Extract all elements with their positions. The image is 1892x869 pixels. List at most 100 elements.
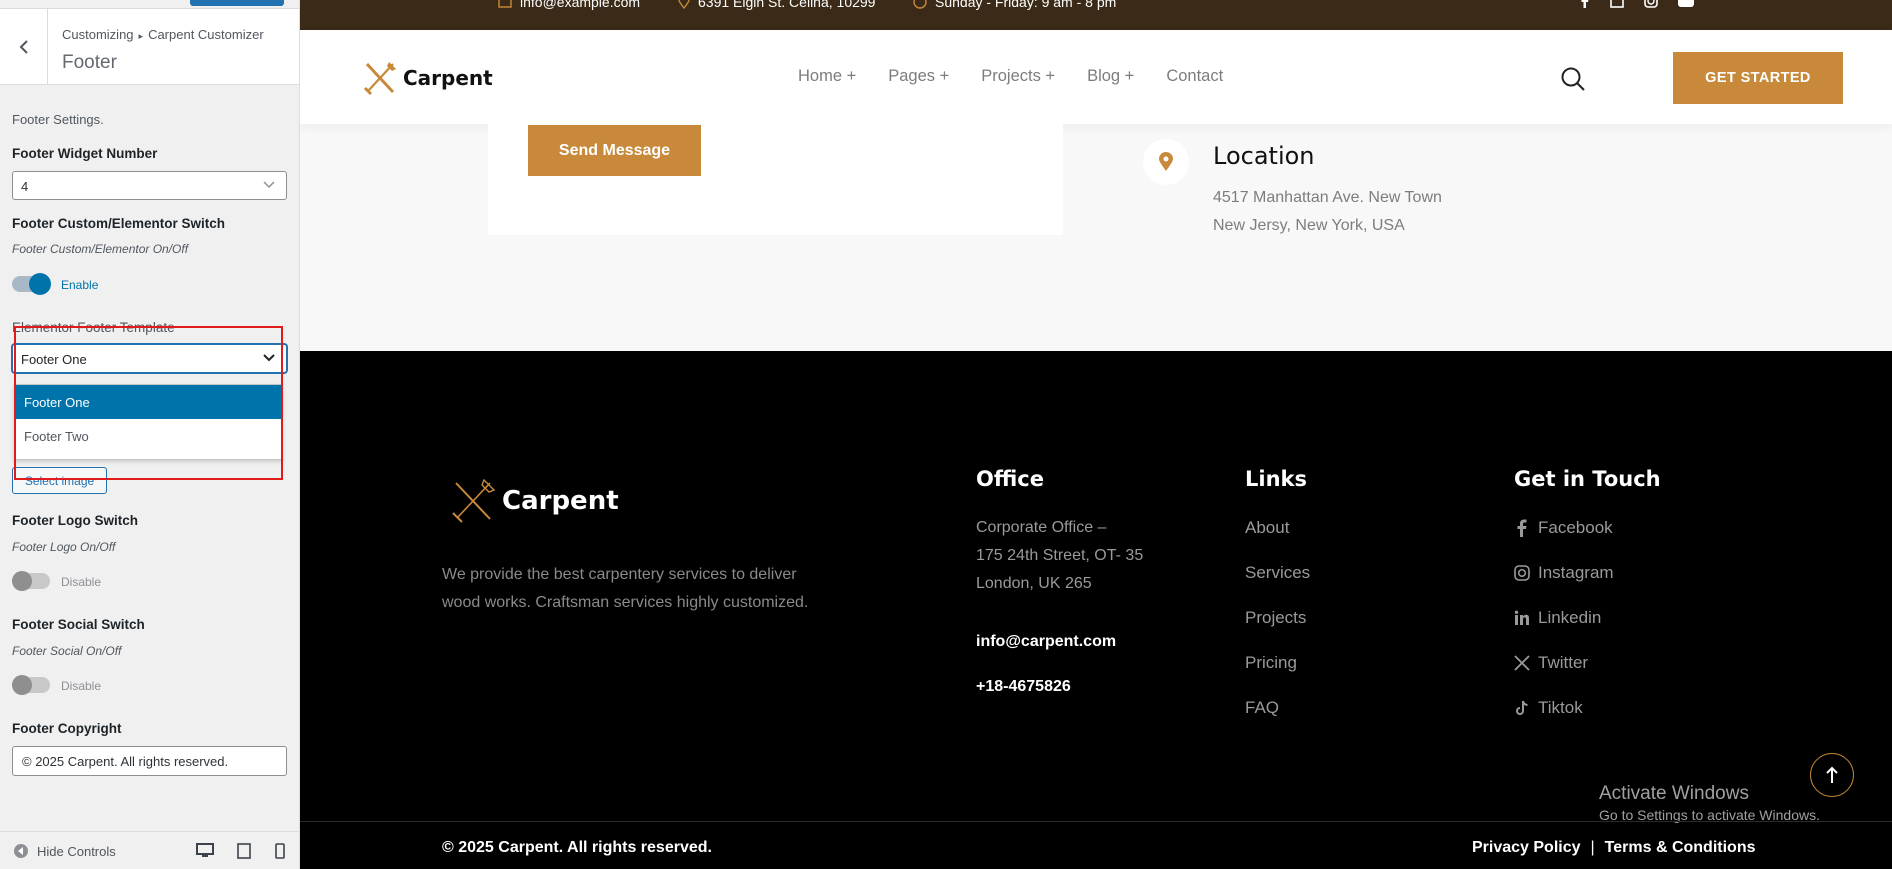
widget-number-value: 4	[21, 179, 29, 194]
custom-switch-state: Enable	[61, 278, 99, 292]
instagram-icon	[1514, 565, 1530, 581]
template-select[interactable]: Footer One	[12, 344, 287, 373]
section-description: Footer Settings.	[12, 112, 104, 127]
mail-icon	[498, 0, 512, 8]
twitter-label: Twitter	[1538, 653, 1589, 672]
carpent-logo-icon	[363, 62, 396, 96]
publish-button[interactable]	[190, 0, 284, 6]
nav-projects[interactable]: Projects +	[981, 67, 1055, 86]
template-option-footer-two[interactable]: Footer Two	[15, 419, 281, 453]
tiktok-label: Tiktok	[1538, 698, 1583, 717]
facebook-icon	[1517, 519, 1527, 537]
desktop-preview-button[interactable]	[196, 843, 214, 864]
breadcrumb-separator: ▸	[138, 31, 144, 41]
footer-link-pricing[interactable]: Pricing	[1245, 653, 1297, 673]
links-title: Links	[1245, 467, 1307, 491]
footer-link-about[interactable]: About	[1245, 518, 1289, 538]
office-title: Office	[976, 467, 1044, 491]
watermark-line-1: Activate Windows	[1599, 783, 1749, 804]
template-label: Elementor Footer Template	[12, 320, 175, 335]
main-nav: Home + Pages + Projects + Blog + Contact	[798, 67, 1223, 86]
linkedin-icon[interactable]	[1610, 0, 1624, 8]
social-switch-toggle[interactable]	[12, 675, 50, 695]
footer-social-twitter[interactable]: Twitter	[1514, 653, 1588, 673]
breadcrumb-section: Carpent Customizer	[148, 27, 264, 42]
footer-link-projects[interactable]: Projects	[1245, 608, 1306, 628]
footer-social-linkedin[interactable]: Linkedin	[1514, 608, 1601, 628]
hide-controls-button[interactable]: Hide Controls	[13, 843, 116, 859]
social-switch-state: Disable	[61, 679, 102, 693]
social-switch-label: Footer Social Switch	[12, 617, 145, 632]
nav-contact[interactable]: Contact	[1166, 67, 1223, 86]
back-button[interactable]	[0, 9, 48, 85]
footer-logo[interactable]: Carpent	[450, 477, 619, 525]
footer-legal-links: Privacy Policy | Terms & Conditions	[1472, 839, 1756, 857]
linkedin-label: Linkedin	[1538, 608, 1602, 627]
custom-switch-sub: Footer Custom/Elementor On/Off	[12, 242, 189, 256]
desktop-icon	[196, 843, 214, 857]
nav-blog[interactable]: Blog +	[1087, 67, 1134, 86]
topbar-email: info@example.com	[498, 0, 640, 10]
clock-icon	[913, 0, 927, 9]
site-preview: info@example.com 6391 Elgin St. Celina, …	[300, 0, 1892, 869]
terms-link[interactable]: Terms & Conditions	[1605, 839, 1756, 857]
logo-switch-sub: Footer Logo On/Off	[12, 540, 116, 554]
send-message-button[interactable]: Send Message	[528, 125, 701, 176]
facebook-label: Facebook	[1538, 518, 1613, 537]
custom-switch-label: Footer Custom/Elementor Switch	[12, 216, 226, 231]
custom-switch-toggle[interactable]	[12, 273, 51, 295]
footer-description: We provide the best carpentery services …	[442, 566, 809, 611]
tablet-preview-button[interactable]	[236, 843, 252, 864]
footer-link-services[interactable]: Services	[1245, 563, 1310, 583]
search-icon[interactable]	[1560, 66, 1586, 92]
office-phone[interactable]: +18-4675826	[976, 678, 1071, 696]
chevron-left-icon	[19, 40, 28, 54]
device-switcher	[196, 843, 286, 864]
footer-social-instagram[interactable]: Instagram	[1514, 563, 1614, 583]
chevron-down-icon	[263, 354, 275, 362]
get-started-button[interactable]: GET STARTED	[1673, 52, 1843, 104]
office-email[interactable]: info@carpent.com	[976, 633, 1116, 651]
copyright-label: Footer Copyright	[12, 721, 122, 736]
privacy-policy-link[interactable]: Privacy Policy	[1472, 839, 1581, 857]
facebook-icon[interactable]	[1580, 0, 1590, 8]
carpent-logo-icon	[452, 478, 496, 523]
youtube-icon[interactable]	[1678, 0, 1694, 8]
location-line-1: 4517 Manhattan Ave. New Town	[1213, 189, 1442, 206]
legal-separator: |	[1590, 839, 1595, 856]
copyright-input[interactable]: © 2025 Carpent. All rights reserved.	[12, 746, 287, 776]
widget-number-select[interactable]: 4	[12, 171, 287, 200]
windows-activation-watermark: Activate Windows Go to Settings to activ…	[1599, 783, 1820, 823]
nav-home[interactable]: Home +	[798, 67, 856, 86]
footer-social-facebook[interactable]: Facebook	[1514, 518, 1613, 538]
footer-social-tiktok[interactable]: Tiktok	[1514, 698, 1583, 718]
topbar-address: 6391 Elgin St. Celina, 10299	[678, 0, 875, 10]
mobile-preview-button[interactable]	[274, 843, 286, 864]
location-pin-icon	[678, 0, 690, 9]
social-switch-sub: Footer Social On/Off	[12, 644, 122, 658]
footer-link-faq[interactable]: FAQ	[1245, 698, 1279, 718]
office-line-2: 175 24th Street, OT- 35	[976, 547, 1144, 564]
site-footer: Carpent We provide the best carpentery s…	[300, 351, 1892, 869]
customizer-footer: Hide Controls	[0, 831, 299, 869]
topbar-hours-text: Sunday - Friday: 9 am - 8 pm	[935, 0, 1117, 10]
site-logo[interactable]: Carpent	[363, 60, 493, 96]
logo-switch-state: Disable	[61, 575, 102, 589]
customizer-header: Customizing ▸ Carpent Customizer Footer	[0, 8, 299, 85]
instagram-label: Instagram	[1538, 563, 1614, 582]
chevron-down-icon	[263, 181, 275, 189]
nav-pages[interactable]: Pages +	[888, 67, 949, 86]
template-option-footer-one[interactable]: Footer One	[15, 385, 281, 419]
select-image-button[interactable]: Select image	[12, 467, 107, 494]
topbar-hours: Sunday - Friday: 9 am - 8 pm	[913, 0, 1116, 10]
topbar-socials	[1580, 0, 1694, 8]
breadcrumb-root: Customizing	[62, 27, 134, 42]
get-in-touch-title: Get in Touch	[1514, 467, 1661, 491]
logo-switch-toggle[interactable]	[12, 571, 50, 591]
template-value: Footer One	[21, 352, 87, 367]
mobile-icon	[275, 843, 285, 859]
instagram-icon[interactable]	[1644, 0, 1658, 8]
toggle-knob	[12, 571, 32, 591]
toggle-knob	[12, 675, 32, 695]
topbar-address-text: 6391 Elgin St. Celina, 10299	[698, 0, 876, 10]
